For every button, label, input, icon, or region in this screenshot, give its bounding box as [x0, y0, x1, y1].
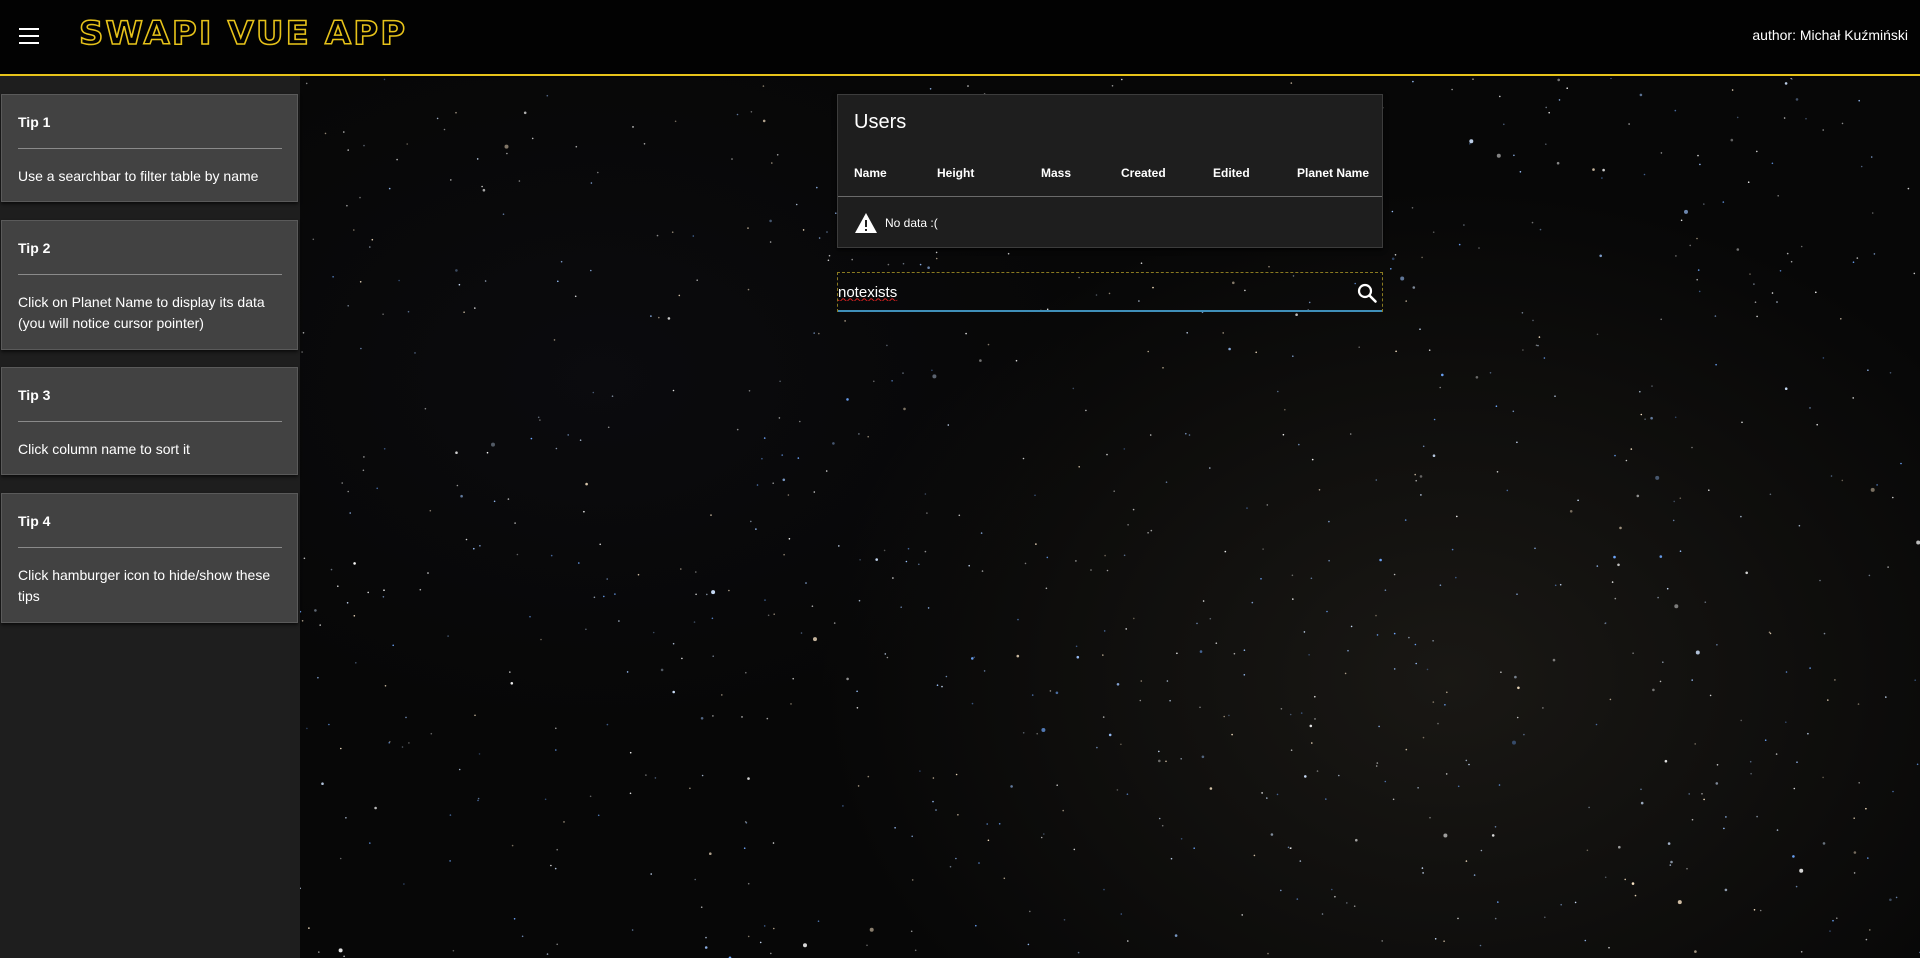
table-header-divider	[838, 196, 1382, 197]
tip-divider	[18, 274, 282, 275]
tip-card-1: Tip 1 Use a searchbar to filter table by…	[1, 94, 298, 202]
tip-divider	[18, 547, 282, 548]
tip-title: Tip 1	[18, 114, 51, 130]
tip-text: Click hamburger icon to hide/show these …	[18, 567, 271, 604]
tip-card-2: Tip 2 Click on Planet Name to display it…	[1, 220, 298, 350]
column-header-created[interactable]: Created	[1121, 166, 1166, 180]
tip-card-3: Tip 3 Click column name to sort it	[1, 367, 298, 475]
column-header-edited[interactable]: Edited	[1213, 166, 1250, 180]
search-bar	[837, 272, 1383, 312]
tip-title: Tip 4	[18, 513, 51, 529]
no-data-message: No data :(	[885, 216, 938, 230]
warning-icon	[855, 213, 877, 233]
hamburger-icon[interactable]	[19, 28, 39, 44]
column-header-mass[interactable]: Mass	[1041, 166, 1071, 180]
search-icon[interactable]	[1356, 282, 1378, 304]
column-header-name[interactable]: Name	[854, 166, 887, 180]
column-header-planet-name[interactable]: Planet Name	[1297, 166, 1369, 180]
tip-text: Use a searchbar to filter table by name	[18, 168, 259, 184]
tips-sidebar: Tip 1 Use a searchbar to filter table by…	[0, 76, 300, 958]
tip-title: Tip 3	[18, 387, 51, 403]
tip-divider	[18, 421, 282, 422]
users-table-card: Users Name Height Mass Created Edited Pl…	[837, 94, 1383, 248]
search-input[interactable]	[838, 281, 1338, 303]
users-title: Users	[854, 111, 907, 133]
app-logo: SWAPI VUE APP	[78, 13, 408, 53]
tip-text: Click on Planet Name to display its data…	[18, 294, 265, 331]
app-bar: SWAPI VUE APP author: Michał Kuźmiński	[0, 0, 1920, 76]
author-label: author: Michał Kuźmiński	[1752, 27, 1908, 43]
tip-text: Click column name to sort it	[18, 441, 190, 457]
tip-divider	[18, 148, 282, 149]
tip-title: Tip 2	[18, 240, 51, 256]
column-header-height[interactable]: Height	[937, 166, 974, 180]
search-focus-underline	[838, 310, 1382, 312]
tip-card-4: Tip 4 Click hamburger icon to hide/show …	[1, 493, 298, 623]
